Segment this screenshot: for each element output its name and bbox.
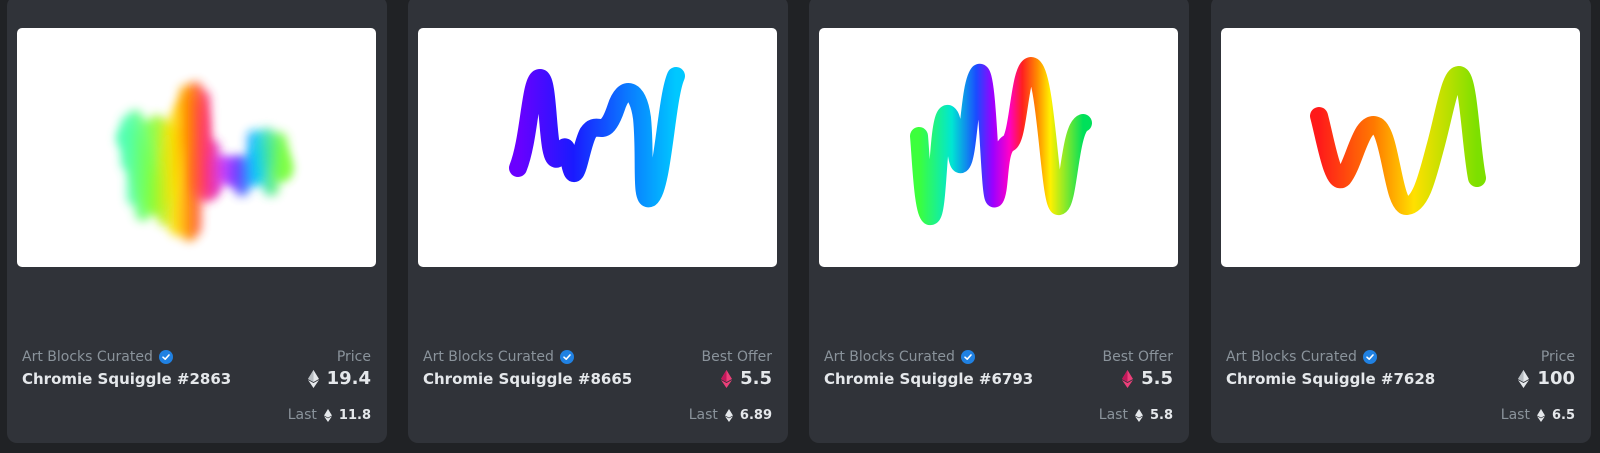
item-name[interactable]: Chromie Squiggle #8665	[423, 370, 632, 388]
price: 5.5	[1122, 368, 1173, 389]
verified-badge-icon	[1362, 350, 1377, 364]
eth-icon	[724, 408, 733, 422]
last-value: 5.8	[1149, 407, 1173, 423]
item-name[interactable]: Chromie Squiggle #7628	[1226, 370, 1435, 388]
last-sale: Last 6.5	[1501, 407, 1575, 423]
verified-badge-icon	[559, 350, 574, 364]
last-label: Last	[1098, 407, 1128, 423]
squiggle-artwork	[910, 57, 1092, 226]
squiggle-artwork	[509, 67, 685, 208]
verified-badge-icon	[960, 350, 975, 364]
price-label: Best Offer	[701, 349, 773, 365]
last-value: 11.8	[338, 407, 371, 423]
collection-name[interactable]: Art Blocks Curated	[423, 349, 574, 365]
nft-card[interactable]: Art Blocks Curated Chromie Squiggle #866…	[408, 0, 788, 443]
price: 100	[1518, 368, 1575, 389]
nft-image[interactable]	[418, 28, 777, 267]
collection-label: Art Blocks Curated	[22, 349, 153, 365]
squiggle-artwork	[116, 82, 293, 241]
last-label: Last	[287, 407, 317, 423]
collection-name[interactable]: Art Blocks Curated	[22, 349, 173, 365]
eth-icon	[1536, 408, 1545, 422]
eth-icon	[307, 369, 319, 388]
last-sale: Last 6.89	[689, 407, 772, 423]
price-value: 5.5	[740, 368, 772, 389]
verified-badge-icon	[158, 350, 173, 364]
nft-image[interactable]	[17, 28, 376, 267]
nft-grid: Art Blocks Curated Chromie Squiggle #286…	[0, 0, 1600, 453]
nft-card[interactable]: Art Blocks Curated Chromie Squiggle #762…	[1211, 0, 1591, 443]
nft-image[interactable]	[819, 28, 1178, 267]
price: 5.5	[721, 368, 772, 389]
item-name[interactable]: Chromie Squiggle #6793	[824, 370, 1033, 388]
squiggle-artwork	[1310, 66, 1486, 215]
last-sale: Last 11.8	[288, 407, 371, 423]
eth-icon	[1134, 408, 1143, 422]
last-value: 6.5	[1551, 407, 1575, 423]
price-label: Best Offer	[1102, 349, 1174, 365]
nft-card[interactable]: Art Blocks Curated Chromie Squiggle #286…	[7, 0, 387, 443]
price-label: Price	[1540, 349, 1575, 365]
eth-icon	[323, 408, 332, 422]
weth-icon	[1122, 369, 1134, 388]
last-value: 6.89	[739, 407, 772, 423]
last-label: Last	[688, 407, 718, 423]
last-label: Last	[1500, 407, 1530, 423]
price-value: 19.4	[326, 368, 371, 389]
eth-icon	[1518, 369, 1530, 388]
weth-icon	[721, 369, 733, 388]
item-name[interactable]: Chromie Squiggle #2863	[22, 370, 231, 388]
collection-label: Art Blocks Curated	[423, 349, 554, 365]
last-sale: Last 5.8	[1099, 407, 1173, 423]
nft-image[interactable]	[1221, 28, 1580, 267]
nft-card[interactable]: Art Blocks Curated Chromie Squiggle #679…	[809, 0, 1189, 443]
collection-label: Art Blocks Curated	[1226, 349, 1357, 365]
collection-name[interactable]: Art Blocks Curated	[1226, 349, 1377, 365]
price: 19.4	[307, 368, 371, 389]
price-label: Price	[336, 349, 371, 365]
price-value: 5.5	[1141, 368, 1173, 389]
price-value: 100	[1537, 368, 1575, 389]
collection-label: Art Blocks Curated	[824, 349, 955, 365]
collection-name[interactable]: Art Blocks Curated	[824, 349, 975, 365]
